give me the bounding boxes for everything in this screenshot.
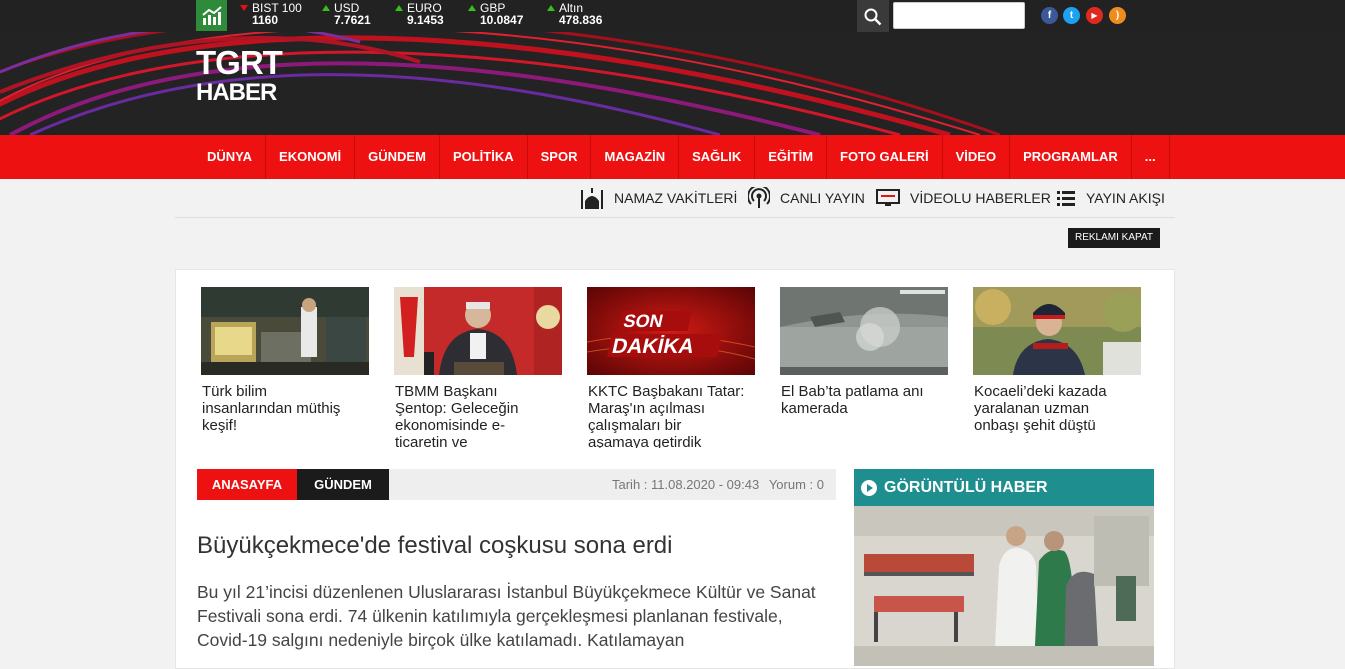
subnav-live[interactable]: CANLI YAYIN <box>748 185 865 211</box>
subnav-video-news[interactable]: VİDEOLU HABERLER <box>876 185 1051 211</box>
video-news-header[interactable]: GÖRÜNTÜLÜ HABER <box>854 469 1154 506</box>
nav-item-video[interactable]: VİDEO <box>943 135 1011 179</box>
news-thumbnail: SON DAKİKA <box>587 287 755 375</box>
trend-up-icon <box>395 5 403 11</box>
broadcast-icon <box>748 187 770 209</box>
rss-icon[interactable]: ) <box>1109 7 1126 24</box>
trend-up-icon <box>468 5 476 11</box>
ticker-label: Altın <box>559 1 584 15</box>
nav-item-more[interactable]: ... <box>1132 135 1170 179</box>
news-thumbnail <box>780 287 948 375</box>
ticker-label: USD <box>334 1 360 15</box>
market-chart-icon[interactable] <box>196 0 227 31</box>
facebook-icon[interactable]: f <box>1041 7 1058 24</box>
news-thumbnail <box>201 287 369 375</box>
ticker-value: 10.0847 <box>480 13 524 27</box>
ticker-usd[interactable]: USD 7.7621 <box>320 2 371 30</box>
subnav-label: VİDEOLU HABERLER <box>910 190 1051 206</box>
nav-item-programlar[interactable]: PROGRAMLAR <box>1010 135 1132 179</box>
nav-item-egitim[interactable]: EĞİTİM <box>755 135 828 179</box>
breadcrumb-category[interactable]: GÜNDEM <box>297 469 389 500</box>
ticker-gold[interactable]: Altın 478.836 <box>545 2 602 30</box>
play-icon <box>861 480 877 496</box>
subnav-label: CANLI YAYIN <box>780 190 865 206</box>
thumb-text: DAKİKA <box>610 334 697 358</box>
site-logo[interactable]: TGRT HABER <box>196 44 283 106</box>
subnav-label: NAMAZ VAKİTLERİ <box>614 190 738 206</box>
divider <box>175 217 1175 218</box>
logo-line2: HABER <box>196 79 277 106</box>
news-card[interactable]: Kocaeli’deki kazada yaralanan uzman onba… <box>967 281 1143 448</box>
video-thumbnail[interactable] <box>854 506 1154 666</box>
breadcrumb-home[interactable]: ANASAYFA <box>197 469 297 500</box>
nav-item-saglik[interactable]: SAĞLIK <box>679 135 756 179</box>
article-headline: Büyükçekmece'de festival coşkusu sona er… <box>197 532 673 559</box>
ticker-value: 9.1453 <box>407 13 444 27</box>
ticker-value: 1160 <box>252 13 279 27</box>
news-title: Kocaeli’deki kazada yaralanan uzman onba… <box>974 383 1107 434</box>
ticker-euro[interactable]: EURO 9.1453 <box>393 2 444 30</box>
thumb-text: SON <box>622 311 665 331</box>
subnav-schedule[interactable]: YAYIN AKIŞI <box>1056 185 1165 211</box>
ticker-value: 478.836 <box>559 13 603 27</box>
nav-item-dunya[interactable]: DÜNYA <box>194 135 267 179</box>
subnav-label: YAYIN AKIŞI <box>1086 190 1165 206</box>
news-title: Türk bilim insanlarından müthiş keşif! <box>202 383 341 434</box>
list-icon <box>1056 189 1076 207</box>
ticker-value: 7.7621 <box>334 13 371 27</box>
video-news-title: GÖRÜNTÜLÜ HABER <box>884 479 1048 496</box>
news-title: KKTC Başbakanı Tatar: Maraş'ın açılması … <box>588 383 745 448</box>
close-ad-button[interactable]: REKLAMI KAPAT <box>1068 228 1160 248</box>
news-card[interactable]: El Bab’ta patlama anı kamerada <box>774 281 950 448</box>
trend-up-icon <box>322 5 330 11</box>
ticker-label: BIST 100 <box>252 1 302 15</box>
ticker-bist[interactable]: BIST 100 1160 <box>238 2 302 30</box>
trend-down-icon <box>240 5 248 11</box>
monitor-icon <box>876 188 900 208</box>
twitter-icon[interactable]: t <box>1063 7 1080 24</box>
nav-item-politika[interactable]: POLİTİKA <box>440 135 528 179</box>
youtube-icon[interactable]: ▶ <box>1086 7 1103 24</box>
article-lead: Bu yıl 21’incisi düzenlenen Uluslararası… <box>197 582 816 650</box>
ticker-label: GBP <box>480 1 506 15</box>
logo-line1: TGRT <box>196 44 283 81</box>
news-thumbnail <box>394 287 562 375</box>
news-thumbnail <box>973 287 1141 375</box>
main-nav: DÜNYA EKONOMİ GÜNDEM POLİTİKA SPOR MAGAZ… <box>0 135 1345 179</box>
top-bar: BIST 100 1160 USD 7.7621 EURO 9.1453 GBP… <box>0 0 1345 34</box>
news-title: El Bab’ta patlama anı kamerada <box>781 383 924 417</box>
nav-item-magazin[interactable]: MAGAZİN <box>591 135 680 179</box>
nav-item-foto-galeri[interactable]: FOTO GALERİ <box>827 135 943 179</box>
news-card[interactable]: SON DAKİKA KKTC Başbakanı Tatar: Maraş'ı… <box>581 281 757 448</box>
nav-item-gundem[interactable]: GÜNDEM <box>355 135 440 179</box>
ticker-gbp[interactable]: GBP 10.0847 <box>466 2 523 30</box>
search-button[interactable] <box>857 0 889 34</box>
article-meta: Tarih : 11.08.2020 - 09:43 Yorum : 0 <box>612 469 824 500</box>
news-card[interactable]: Türk bilim insanlarından müthiş keşif! <box>195 281 371 448</box>
header-banner: TGRT HABER <box>0 32 1345 135</box>
search-icon <box>864 8 882 26</box>
nav-item-spor[interactable]: SPOR <box>528 135 592 179</box>
news-card[interactable]: TBMM Başkanı Şentop: Geleceğin ekonomisi… <box>388 281 564 448</box>
news-title: TBMM Başkanı Şentop: Geleceğin ekonomisi… <box>395 383 519 448</box>
subnav-prayer-times[interactable]: NAMAZ VAKİTLERİ <box>580 185 737 211</box>
search-input[interactable] <box>893 2 1025 29</box>
article-date: Tarih : 11.08.2020 - 09:43 <box>612 477 760 492</box>
ticker-label: EURO <box>407 1 442 15</box>
breadcrumb: ANASAYFA GÜNDEM Tarih : 11.08.2020 - 09:… <box>197 469 836 500</box>
nav-item-ekonomi[interactable]: EKONOMİ <box>266 135 356 179</box>
trend-up-icon <box>547 5 555 11</box>
mosque-icon <box>580 187 604 209</box>
comment-count[interactable]: Yorum : 0 <box>769 477 824 492</box>
